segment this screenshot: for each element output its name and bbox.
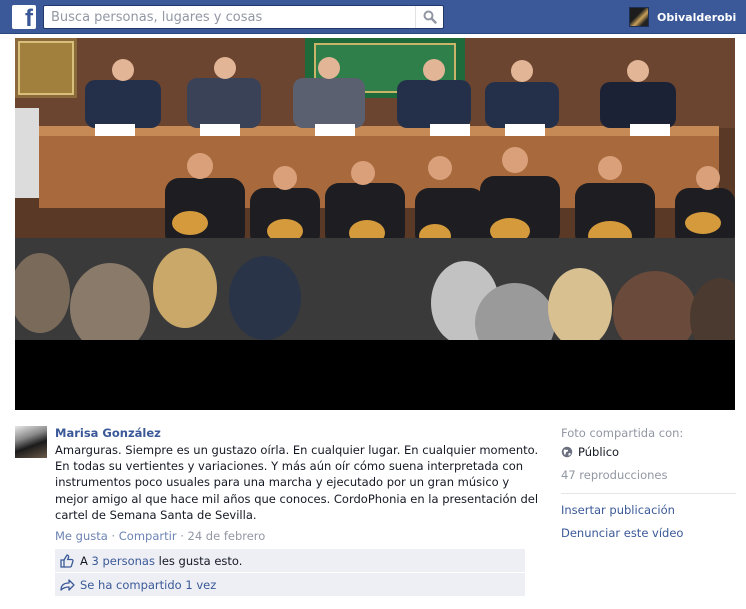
- share-arrow-icon: [60, 578, 75, 591]
- search-icon: [423, 10, 437, 24]
- video-letterbox: [15, 340, 735, 410]
- search-input[interactable]: [44, 6, 414, 28]
- privacy-label: Público: [578, 445, 620, 459]
- search-box: [43, 5, 444, 29]
- embed-post-link[interactable]: Insertar publicación: [561, 503, 741, 517]
- globe-icon: [561, 446, 573, 458]
- author-avatar[interactable]: [15, 426, 47, 458]
- video-player[interactable]: [15, 38, 735, 410]
- likes-suffix: les gusta esto.: [158, 553, 243, 568]
- post-actions: Me gusta · Compartir · 24 de febrero: [55, 529, 265, 543]
- separator: ·: [180, 529, 184, 543]
- shares-summary[interactable]: Se ha compartido 1 vez: [55, 573, 525, 596]
- share-link[interactable]: Compartir: [119, 529, 177, 543]
- likes-summary: A 3 personas les gusta esto.: [55, 549, 525, 572]
- shared-with-label: Foto compartida con:: [561, 426, 684, 440]
- avatar: [629, 7, 649, 27]
- top-bar: f Obivalderobi: [0, 0, 746, 34]
- privacy-setting[interactable]: Público: [561, 445, 741, 459]
- post-message: Amarguras. Siempre es un gustazo oírla. …: [55, 443, 539, 522]
- video-sidebar: Foto compartida con: Público 47 reproduc…: [561, 426, 741, 540]
- author-name-link[interactable]: Marisa González: [55, 426, 161, 440]
- report-video-link[interactable]: Denunciar este vídeo: [561, 526, 741, 540]
- separator: ·: [111, 529, 116, 543]
- play-count: 47 reproducciones: [561, 468, 668, 482]
- like-link[interactable]: Me gusta: [55, 529, 108, 543]
- divider: [561, 493, 736, 494]
- video-frame-image: [15, 38, 735, 340]
- post-date[interactable]: 24 de febrero: [188, 529, 266, 543]
- logo-letter: f: [25, 5, 33, 32]
- profile-link[interactable]: Obivalderobi: [629, 4, 736, 30]
- likes-prefix: A: [80, 553, 88, 568]
- search-button[interactable]: [415, 6, 443, 28]
- thumbs-up-icon: [60, 553, 74, 568]
- profile-name: Obivalderobi: [657, 10, 737, 24]
- likes-people-link[interactable]: 3 personas: [92, 554, 155, 568]
- facebook-logo-icon[interactable]: f: [12, 5, 36, 32]
- shares-count-link[interactable]: Se ha compartido 1 vez: [80, 578, 216, 592]
